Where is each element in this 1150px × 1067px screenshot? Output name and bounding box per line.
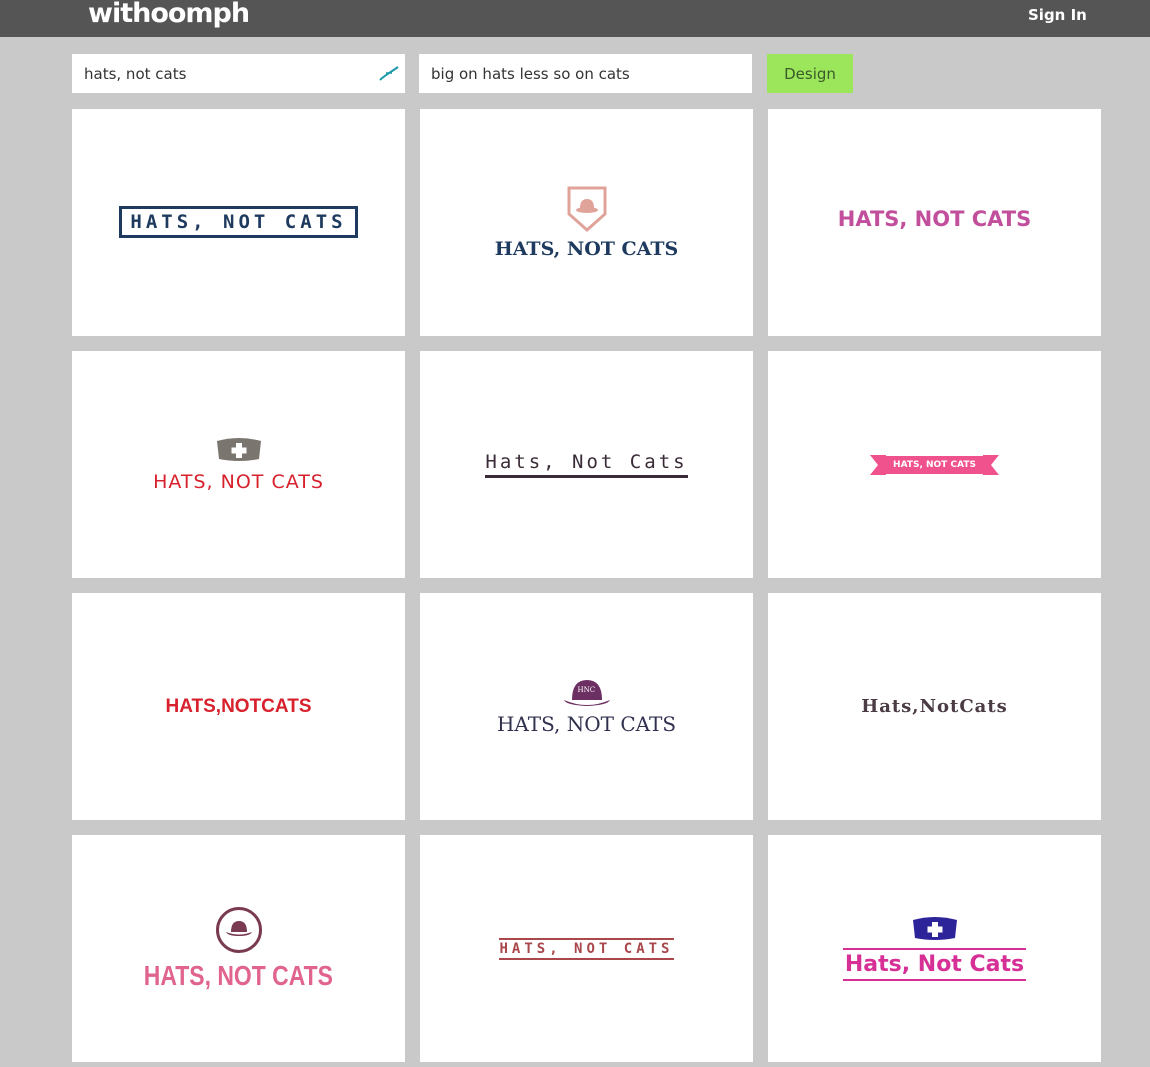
logo-card[interactable]: HATS, NOT CATS: [72, 835, 405, 1062]
logo-card[interactable]: Hats, Not Cats: [420, 351, 753, 578]
logo-card[interactable]: HATS,NOTCATS: [72, 593, 405, 820]
logo-text: HATS, NOT CATS: [496, 711, 677, 736]
logo-card[interactable]: HATS, NOT CATS: [420, 835, 753, 1062]
description-field: [419, 54, 752, 93]
hat-circle-icon: [215, 906, 262, 953]
logo-text: HATS, NOT CATS: [499, 937, 674, 960]
logo-text: HATS, NOT CATS: [494, 237, 679, 260]
logo-card[interactable]: HATS, NOT CATS: [72, 109, 405, 336]
logo-text: HATS,NOTCATS: [165, 695, 312, 717]
bowler-hat-icon: HNC: [562, 678, 612, 708]
logo-card[interactable]: Hats,NotCats: [768, 593, 1101, 820]
ribbon-banner: HATS, NOT CATS: [870, 454, 999, 475]
logo-card[interactable]: HATS, NOT CATS: [768, 351, 1101, 578]
nurse-cap-icon: [912, 917, 957, 940]
ribbon-tail-right: [982, 454, 999, 475]
brand-logo[interactable]: withoomph: [88, 0, 250, 29]
logo-card[interactable]: HATS, NOT CATS: [420, 109, 753, 336]
logo-text: HATS, NOT CATS: [886, 455, 983, 474]
logo-card[interactable]: HNC HATS, NOT CATS: [420, 593, 753, 820]
hat-badge: HNC: [577, 685, 596, 694]
paint-brush-icon[interactable]: [378, 64, 400, 82]
logo-text: HATS, NOT CATS: [119, 205, 358, 238]
nurse-cap-icon: [216, 437, 261, 461]
logo-card[interactable]: HATS, NOT CATS: [768, 109, 1101, 336]
logo-text: Hats,NotCats: [861, 696, 1008, 717]
name-field: [72, 54, 405, 93]
logo-card[interactable]: Hats, Not Cats: [768, 835, 1101, 1062]
top-bar: withoomph Sign In: [0, 0, 1150, 37]
description-input[interactable]: [419, 54, 752, 93]
hat-shield-icon: [567, 186, 606, 232]
logo-text: Hats, Not Cats: [842, 948, 1027, 981]
design-button[interactable]: Design: [767, 54, 853, 93]
logo-text: HATS, NOT CATS: [153, 470, 324, 493]
sign-in-link[interactable]: Sign In: [1028, 6, 1087, 24]
logo-text: Hats, Not Cats: [485, 451, 688, 478]
name-input[interactable]: [72, 54, 405, 93]
ribbon-tail-left: [870, 454, 887, 475]
logo-text: HATS, NOT CATS: [837, 206, 1032, 231]
logo-card[interactable]: HATS, NOT CATS: [72, 351, 405, 578]
logo-text: HATS, NOT CATS: [143, 959, 334, 991]
